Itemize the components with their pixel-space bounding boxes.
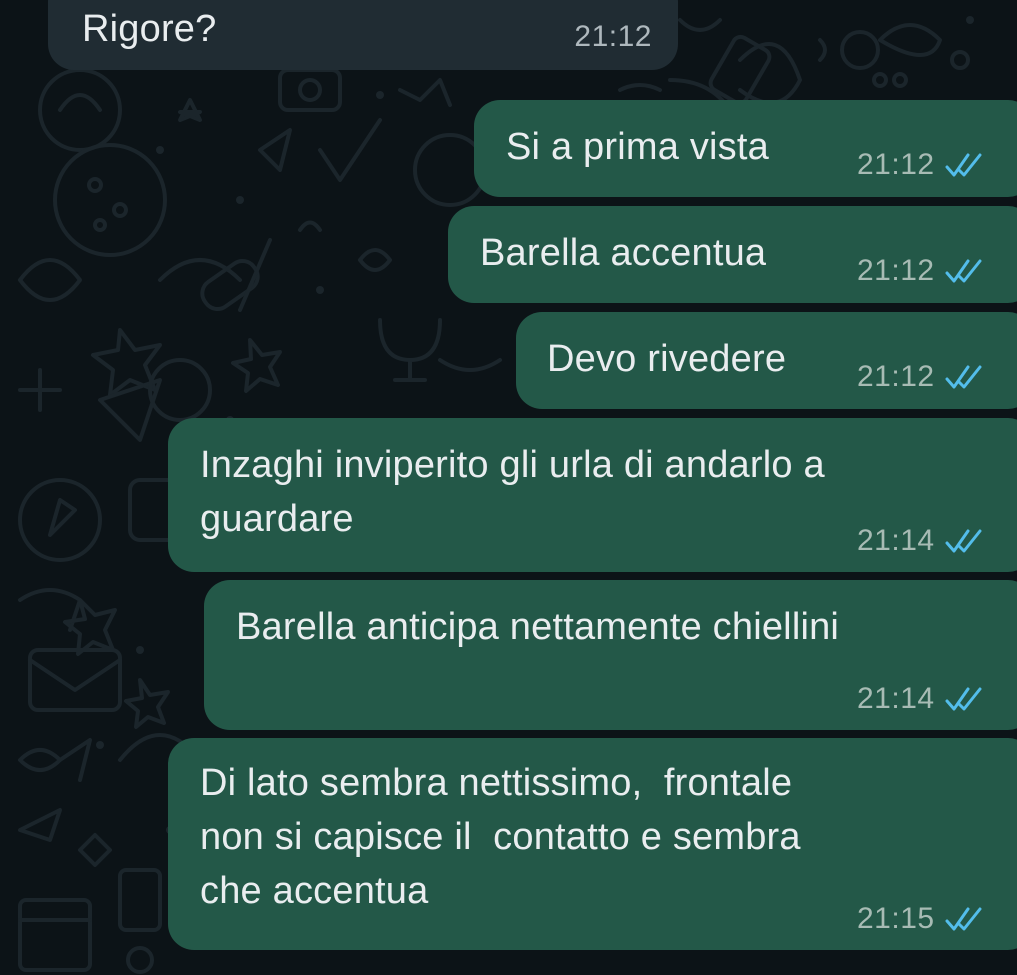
message-bubble-outgoing[interactable]: Si a prima vista 21:12 (474, 100, 1017, 197)
double-check-icon (945, 529, 982, 553)
message-bubble-outgoing[interactable]: Inzaghi inviperito gli urla di andarlo a… (168, 418, 1017, 572)
message-time: 21:14 (857, 524, 935, 557)
message-meta: 21:14 (857, 524, 985, 558)
message-meta: 21:14 (857, 682, 985, 716)
message-time: 21:12 (574, 20, 652, 53)
message-meta: 21:12 (857, 148, 985, 182)
message-text: Rigore? (82, 8, 217, 50)
message-text: Barella accentua (480, 232, 767, 274)
double-check-icon (945, 907, 982, 931)
message-bubble-incoming[interactable]: Rigore? 21:12 (48, 0, 678, 70)
message-time: 21:12 (857, 148, 935, 181)
message-meta: 21:15 (857, 902, 985, 936)
message-text: Si a prima vista (506, 126, 769, 168)
message-text: Devo rivedere (547, 338, 787, 380)
double-check-icon (945, 153, 982, 177)
message-meta: 21:12 (857, 254, 985, 288)
message-time: 21:12 (857, 254, 935, 287)
double-check-icon (945, 687, 982, 711)
double-check-icon (945, 259, 982, 283)
message-text: Inzaghi inviperito gli urla di andarlo a… (200, 444, 825, 540)
message-text: Di lato sembra nettissimo, frontale non … (200, 762, 801, 912)
double-check-icon (945, 365, 982, 389)
message-time: 21:12 (857, 360, 935, 393)
message-meta: 21:12 (857, 360, 985, 394)
message-bubble-outgoing[interactable]: Barella anticipa nettamente chiellini 21… (204, 580, 1017, 730)
message-bubble-outgoing[interactable]: Di lato sembra nettissimo, frontale non … (168, 738, 1017, 950)
message-bubble-outgoing[interactable]: Devo rivedere 21:12 (516, 312, 1017, 409)
message-meta: 21:12 (574, 20, 652, 54)
message-bubble-outgoing[interactable]: Barella accentua 21:12 (448, 206, 1017, 303)
message-text: Barella anticipa nettamente chiellini (236, 606, 840, 648)
message-time: 21:15 (857, 902, 935, 935)
message-time: 21:14 (857, 682, 935, 715)
